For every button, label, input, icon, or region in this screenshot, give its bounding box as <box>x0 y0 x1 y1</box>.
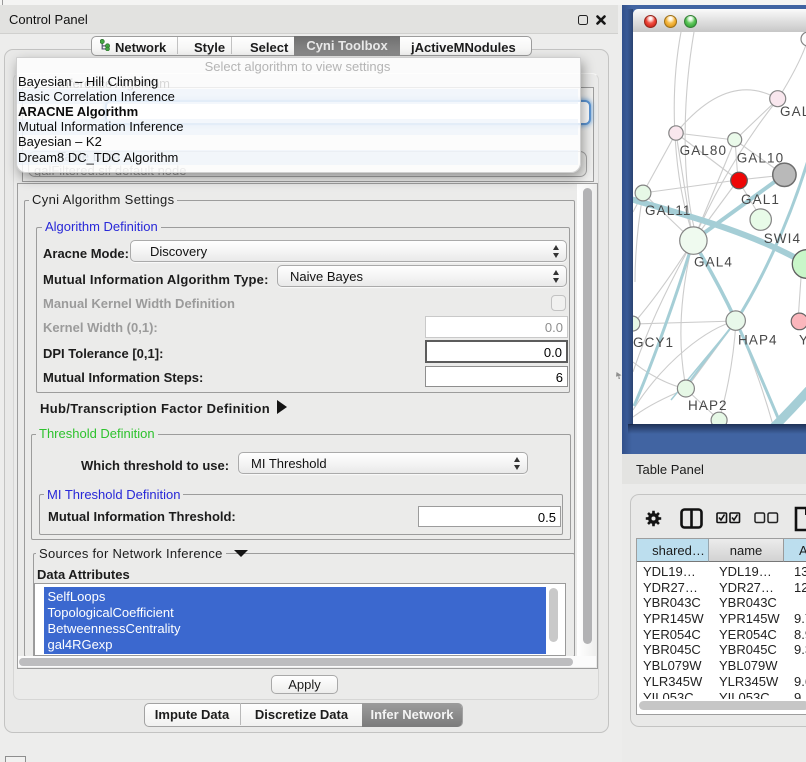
svg-text:HAP4: HAP4 <box>738 333 778 348</box>
svg-text:SWI4: SWI4 <box>764 231 801 246</box>
svg-text:GCY1: GCY1 <box>633 335 674 350</box>
svg-text:GAL1: GAL1 <box>741 192 780 207</box>
svg-text:GAL11: GAL11 <box>645 203 692 218</box>
svg-text:GAL4: GAL4 <box>694 255 733 270</box>
svg-text:GAL7: GAL7 <box>780 104 806 119</box>
svg-text:GAL80: GAL80 <box>680 143 728 158</box>
svg-text:HAP2: HAP2 <box>688 398 728 413</box>
svg-text:GAL10: GAL10 <box>737 151 785 166</box>
svg-text:Y: Y <box>799 333 806 348</box>
